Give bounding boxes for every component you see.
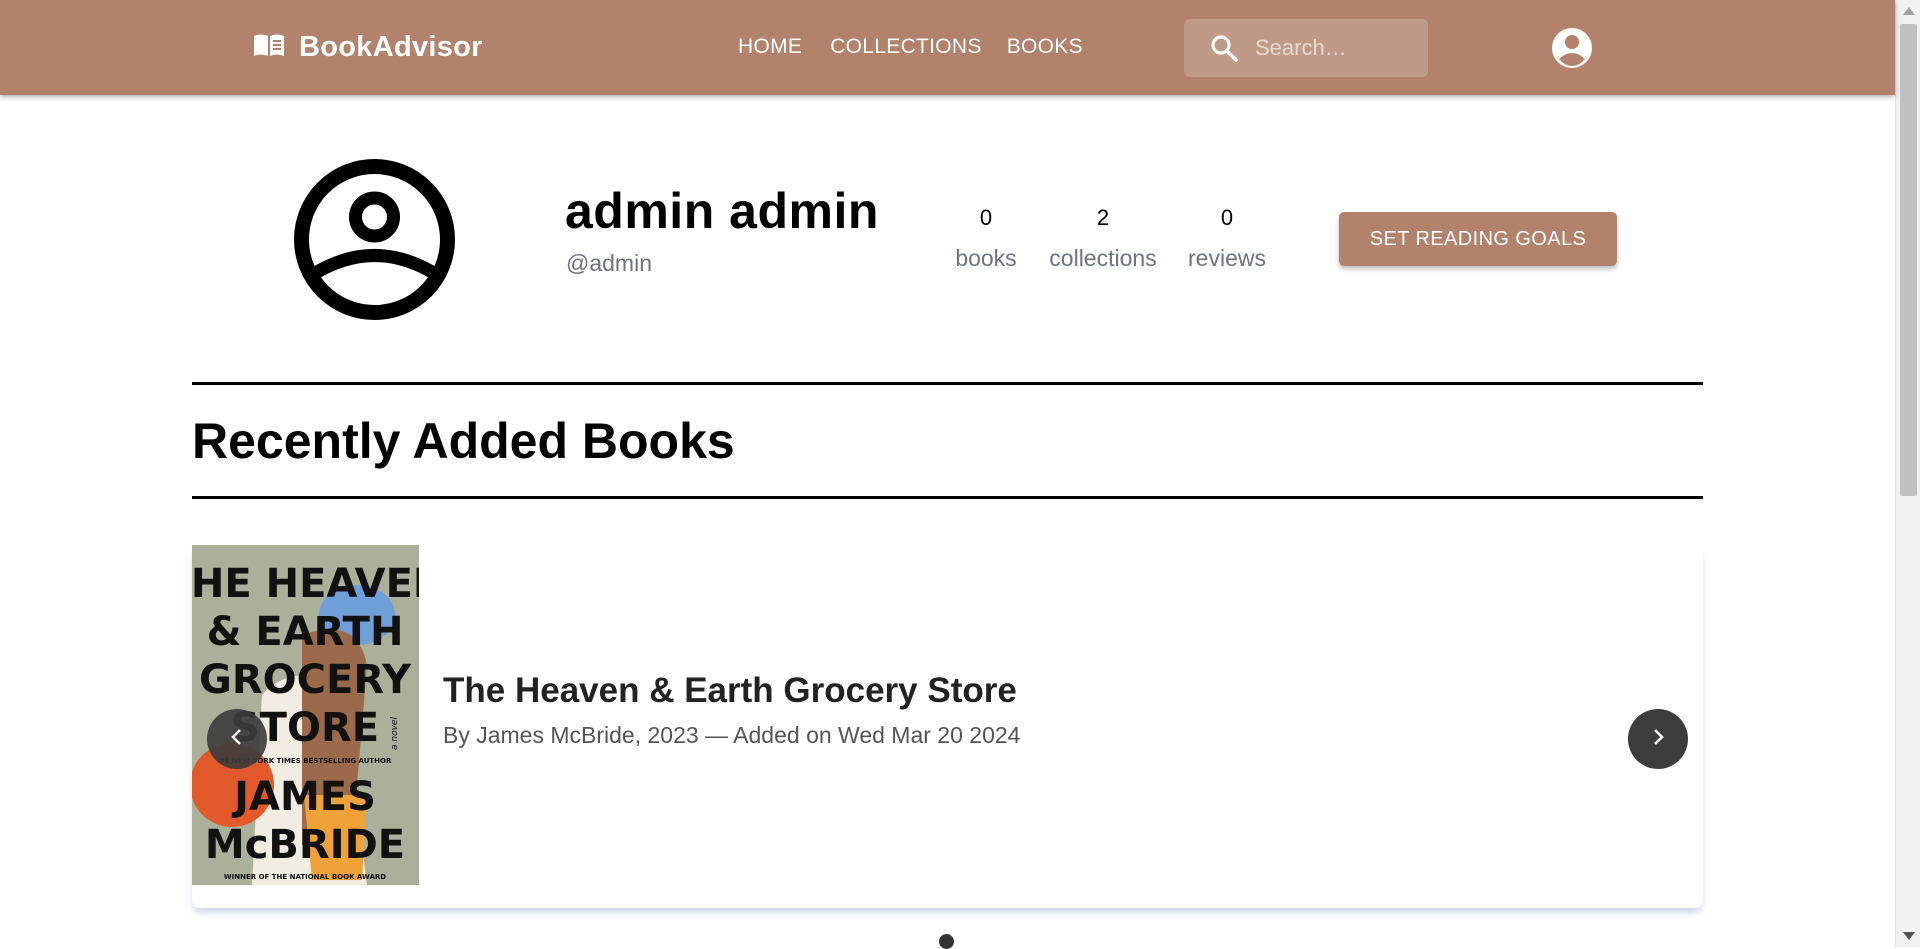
profile-avatar-icon	[293, 158, 456, 326]
brand[interactable]: BookAdvisor	[252, 31, 483, 64]
scroll-down-arrow-icon[interactable]	[1903, 932, 1915, 940]
nav-collections[interactable]: COLLECTIONS	[830, 35, 982, 59]
cover-line-2: & EARTH	[207, 609, 404, 655]
section-divider-top	[192, 382, 1703, 385]
book-open-icon	[252, 32, 286, 63]
chevron-left-icon	[226, 726, 248, 753]
cover-line-1: THE HEAVEN	[192, 561, 419, 607]
stat-collections: 2 collections	[1044, 205, 1162, 272]
cover-line-6: McBRIDE	[205, 822, 405, 868]
account-button[interactable]	[1551, 27, 1593, 74]
profile-name: admin admin	[565, 183, 879, 239]
scroll-up-arrow-icon[interactable]	[1903, 7, 1915, 15]
cover-tagline-bottom: WINNER OF THE NATIONAL BOOK AWARD	[224, 873, 386, 881]
account-circle-icon	[1551, 28, 1593, 73]
stat-reviews: 0 reviews	[1184, 205, 1270, 272]
search-input[interactable]	[1255, 31, 1415, 65]
carousel-prev-button[interactable]	[207, 709, 267, 769]
set-reading-goals-button[interactable]: SET READING GOALS	[1339, 212, 1617, 266]
stat-books-label: books	[955, 245, 1017, 271]
chevron-right-icon	[1647, 726, 1669, 753]
book-title[interactable]: The Heaven & Earth Grocery Store	[443, 671, 1017, 711]
section-divider-bottom	[192, 496, 1703, 499]
main-nav: HOME COLLECTIONS BOOKS	[738, 35, 1083, 59]
stat-books: 0 books	[953, 205, 1019, 272]
scrollbar-thumb[interactable]	[1900, 24, 1917, 496]
app-header: BookAdvisor HOME COLLECTIONS BOOKS	[0, 0, 1895, 95]
stat-reviews-label: reviews	[1188, 245, 1266, 271]
carousel-next-button[interactable]	[1628, 709, 1688, 769]
stat-books-value: 0	[979, 205, 993, 230]
vertical-scrollbar[interactable]	[1895, 0, 1920, 947]
book-meta: By James McBride, 2023 — Added on Wed Ma…	[443, 722, 1021, 748]
search-icon	[1210, 34, 1238, 67]
cover-side-text: a novel	[390, 717, 400, 750]
nav-books[interactable]: BOOKS	[1007, 35, 1083, 59]
section-title: Recently Added Books	[192, 413, 735, 469]
search-box[interactable]	[1184, 19, 1428, 77]
stat-reviews-value: 0	[1220, 205, 1234, 230]
stat-collections-label: collections	[1049, 245, 1157, 271]
brand-title: BookAdvisor	[299, 31, 483, 63]
cover-line-3: GROCERY	[199, 657, 412, 703]
nav-home[interactable]: HOME	[738, 35, 802, 59]
profile-username: @admin	[566, 250, 652, 276]
stat-collections-value: 2	[1096, 205, 1110, 230]
recent-books-carousel: THE HEAVEN & EARTH GROCERY STORE #1 NEW …	[192, 545, 1703, 908]
cover-line-5: JAMES	[231, 774, 376, 820]
